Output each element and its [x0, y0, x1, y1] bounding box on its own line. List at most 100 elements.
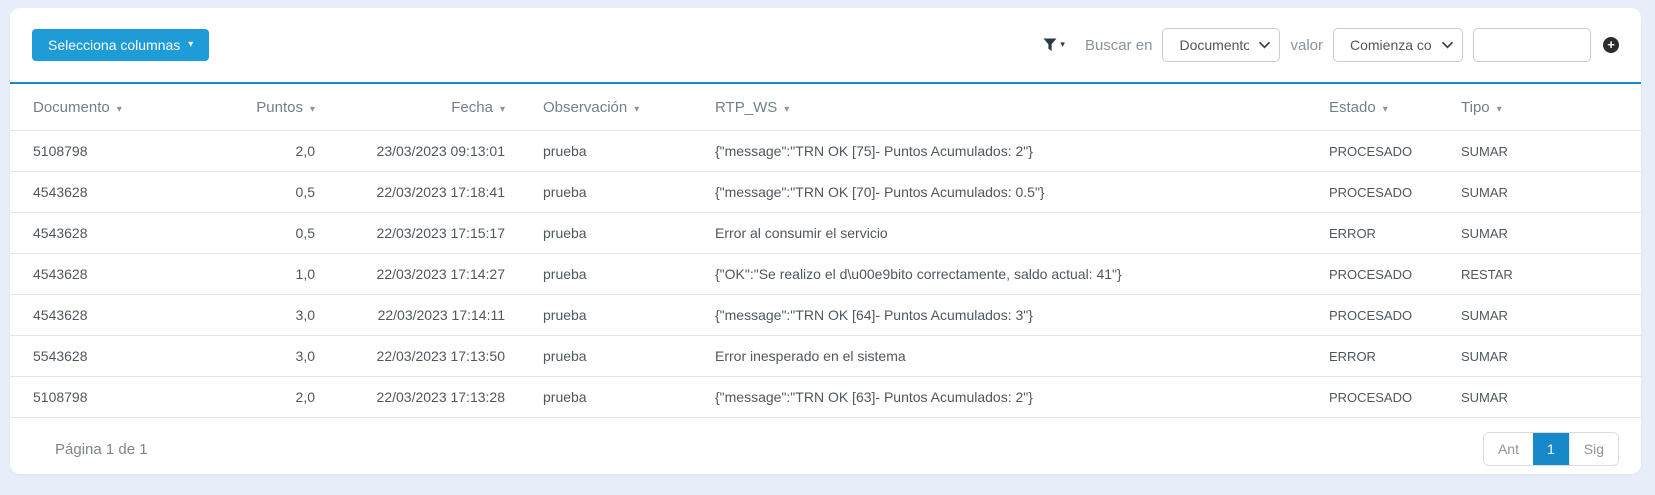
- column-label: Observación: [543, 99, 627, 116]
- pagination-prev-button[interactable]: Ant: [1484, 433, 1533, 465]
- caret-down-icon: ▾: [1060, 39, 1065, 50]
- caret-down-icon: ▾: [634, 104, 639, 115]
- data-table-card: Selecciona columnas ▾ ▾ Buscar en Docume…: [10, 8, 1641, 474]
- filter-bar: ▾ Buscar en Documento valor Comienza con: [1043, 28, 1619, 62]
- pagination-next-button[interactable]: Sig: [1569, 433, 1618, 465]
- table-cell: PROCESADO: [1319, 254, 1451, 295]
- table-cell: 4543628: [10, 213, 240, 254]
- column-header-observacion[interactable]: Observación ▾: [515, 84, 705, 131]
- records-table: Documento ▾ Puntos ▾ Fecha ▾ Observación ▾ R…: [10, 84, 1641, 418]
- table-cell: {"message":"TRN OK [63]- Puntos Acumulad…: [705, 377, 1319, 418]
- filter-value-input[interactable]: [1473, 28, 1591, 62]
- table-row: 55436283,022/03/2023 17:13:50pruebaError…: [10, 336, 1641, 377]
- caret-down-icon: ▾: [310, 104, 315, 115]
- table-cell: 2,0: [240, 377, 325, 418]
- table-row: 51087982,023/03/2023 09:13:01prueba{"mes…: [10, 131, 1641, 172]
- table-cell: 22/03/2023 17:13:28: [325, 377, 515, 418]
- table-cell: prueba: [515, 295, 705, 336]
- caret-down-icon: ▾: [117, 104, 122, 115]
- filter-operator-select[interactable]: Comienza con: [1333, 28, 1463, 62]
- value-label: valor: [1290, 37, 1323, 54]
- funnel-icon: [1043, 38, 1058, 52]
- table-row: 45436283,022/03/2023 17:14:11prueba{"mes…: [10, 295, 1641, 336]
- table-cell: PROCESADO: [1319, 172, 1451, 213]
- table-cell: 22/03/2023 17:18:41: [325, 172, 515, 213]
- toolbar: Selecciona columnas ▾ ▾ Buscar en Docume…: [10, 8, 1641, 84]
- table-cell: 5108798: [10, 131, 240, 172]
- caret-down-icon: ▾: [1383, 104, 1388, 115]
- table-header-row: Documento ▾ Puntos ▾ Fecha ▾ Observación ▾ R…: [10, 84, 1641, 131]
- plus-circle-icon[interactable]: +: [1603, 37, 1619, 53]
- table-cell: 22/03/2023 17:15:17: [325, 213, 515, 254]
- table-zone: Documento ▾ Puntos ▾ Fecha ▾ Observación ▾ R…: [10, 84, 1641, 418]
- table-cell: PROCESADO: [1319, 377, 1451, 418]
- table-cell: {"OK":"Se realizo el d\u00e9bito correct…: [705, 254, 1319, 295]
- table-cell: {"message":"TRN OK [70]- Puntos Acumulad…: [705, 172, 1319, 213]
- pagination-page-1-button[interactable]: 1: [1533, 433, 1569, 465]
- table-cell: prueba: [515, 336, 705, 377]
- page-info: Página 1 de 1: [32, 441, 148, 458]
- table-cell: PROCESADO: [1319, 295, 1451, 336]
- field-select-wrap: Documento: [1162, 28, 1280, 62]
- table-cell: {"message":"TRN OK [64]- Puntos Acumulad…: [705, 295, 1319, 336]
- column-header-puntos[interactable]: Puntos ▾: [240, 84, 325, 131]
- select-columns-button[interactable]: Selecciona columnas ▾: [32, 29, 209, 61]
- operator-select-wrap: Comienza con: [1333, 28, 1463, 62]
- table-cell: 23/03/2023 09:13:01: [325, 131, 515, 172]
- caret-down-icon: ▾: [500, 104, 505, 115]
- table-cell: 4543628: [10, 172, 240, 213]
- table-cell: 22/03/2023 17:13:50: [325, 336, 515, 377]
- table-header: Documento ▾ Puntos ▾ Fecha ▾ Observación ▾ R…: [10, 84, 1641, 131]
- table-cell: 22/03/2023 17:14:11: [325, 295, 515, 336]
- column-label: RTP_WS: [715, 99, 777, 116]
- column-header-tipo[interactable]: Tipo ▾: [1451, 84, 1641, 131]
- table-cell: prueba: [515, 213, 705, 254]
- pagination: Ant 1 Sig: [1483, 432, 1619, 466]
- column-header-estado[interactable]: Estado ▾: [1319, 84, 1451, 131]
- table-cell: 22/03/2023 17:14:27: [325, 254, 515, 295]
- table-body: 51087982,023/03/2023 09:13:01prueba{"mes…: [10, 131, 1641, 418]
- table-cell: 5108798: [10, 377, 240, 418]
- table-cell: SUMAR: [1451, 172, 1641, 213]
- table-cell: SUMAR: [1451, 213, 1641, 254]
- table-cell: 2,0: [240, 131, 325, 172]
- select-columns-label: Selecciona columnas: [48, 37, 180, 53]
- table-cell: {"message":"TRN OK [75]- Puntos Acumulad…: [705, 131, 1319, 172]
- column-label: Documento: [33, 99, 110, 116]
- filter-field-select[interactable]: Documento: [1162, 28, 1280, 62]
- table-cell: 5543628: [10, 336, 240, 377]
- column-label: Tipo: [1461, 99, 1490, 116]
- table-cell: PROCESADO: [1319, 131, 1451, 172]
- filter-menu-button[interactable]: ▾: [1043, 38, 1065, 52]
- table-cell: RESTAR: [1451, 254, 1641, 295]
- table-cell: 4543628: [10, 254, 240, 295]
- table-cell: SUMAR: [1451, 295, 1641, 336]
- caret-down-icon: ▾: [188, 40, 193, 50]
- column-header-fecha[interactable]: Fecha ▾: [325, 84, 515, 131]
- table-cell: Error inesperado en el sistema: [705, 336, 1319, 377]
- table-row: 45436280,522/03/2023 17:15:17pruebaError…: [10, 213, 1641, 254]
- table-cell: 0,5: [240, 172, 325, 213]
- table-cell: 3,0: [240, 336, 325, 377]
- column-label: Puntos: [256, 99, 303, 116]
- column-label: Estado: [1329, 99, 1376, 116]
- column-header-rtp-ws[interactable]: RTP_WS ▾: [705, 84, 1319, 131]
- table-cell: prueba: [515, 377, 705, 418]
- table-footer: Página 1 de 1 Ant 1 Sig: [10, 418, 1641, 474]
- table-cell: 4543628: [10, 295, 240, 336]
- table-row: 51087982,022/03/2023 17:13:28prueba{"mes…: [10, 377, 1641, 418]
- table-row: 45436280,522/03/2023 17:18:41prueba{"mes…: [10, 172, 1641, 213]
- caret-down-icon: ▾: [1497, 104, 1502, 115]
- column-label: Fecha: [451, 99, 493, 116]
- table-cell: 3,0: [240, 295, 325, 336]
- table-cell: prueba: [515, 131, 705, 172]
- table-cell: ERROR: [1319, 336, 1451, 377]
- table-cell: 1,0: [240, 254, 325, 295]
- table-cell: 0,5: [240, 213, 325, 254]
- table-cell: prueba: [515, 172, 705, 213]
- caret-down-icon: ▾: [784, 104, 789, 115]
- table-cell: prueba: [515, 254, 705, 295]
- table-cell: ERROR: [1319, 213, 1451, 254]
- search-in-label: Buscar en: [1085, 37, 1153, 54]
- column-header-documento[interactable]: Documento ▾: [10, 84, 240, 131]
